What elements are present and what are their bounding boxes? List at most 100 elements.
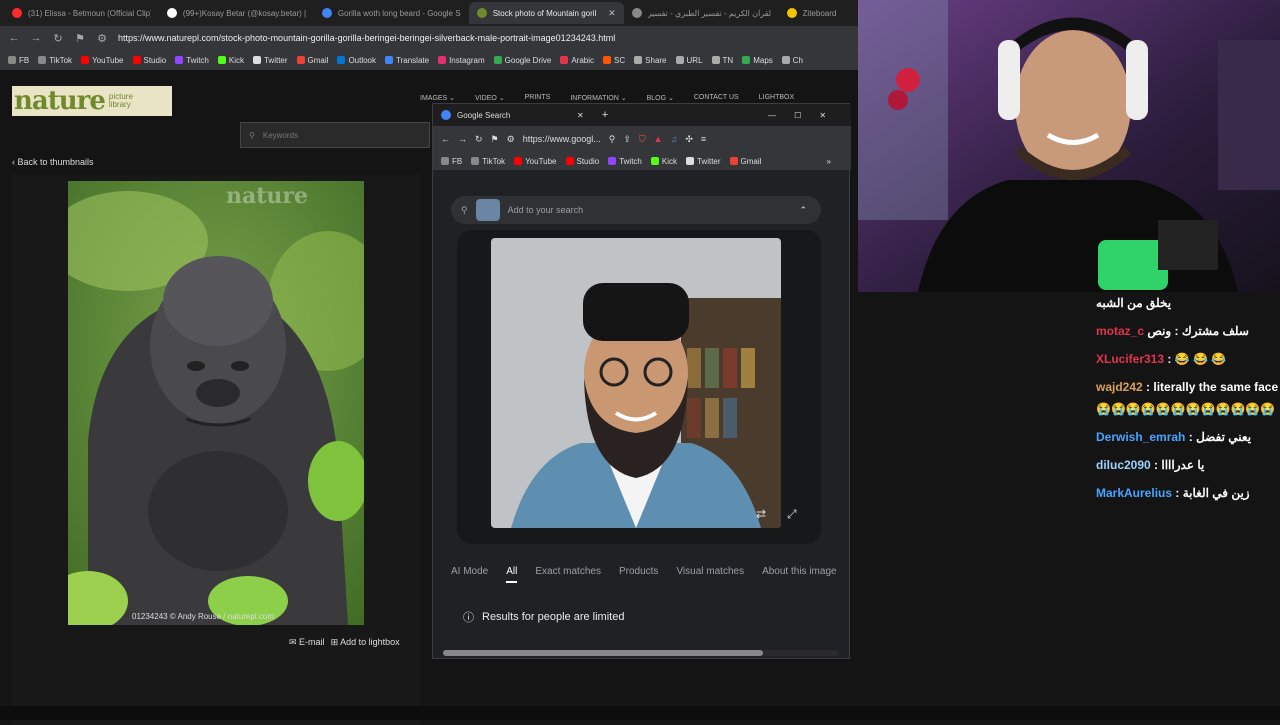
bookmark-label: Kick [661, 156, 677, 166]
scrollbar-thumb[interactable] [443, 650, 763, 656]
back-icon[interactable]: ← [8, 32, 20, 44]
site-nav-item[interactable]: CONTACT US [694, 94, 739, 102]
reload-icon[interactable]: ↻ [52, 32, 64, 45]
browser-tab[interactable]: Stock photo of Mountain gorilla ... ✕ [468, 2, 624, 24]
bookmark-icon[interactable]: ⚑ [74, 32, 86, 45]
bookmark-item[interactable]: Translate [385, 56, 429, 65]
chat-username[interactable]: Derwish_emrah [1096, 430, 1185, 444]
bookmark-item[interactable]: SC [603, 56, 625, 65]
menu-icon[interactable]: ≡ [701, 134, 706, 144]
lens-tab[interactable]: AI Mode [451, 566, 488, 583]
popup-reload-icon[interactable]: ↻ [475, 134, 483, 145]
bookmark-item[interactable]: Kick [650, 156, 677, 166]
bookmark-item[interactable]: TN [711, 56, 733, 65]
chat-username[interactable]: XLucifer313 [1096, 352, 1164, 366]
bookmark-item[interactable]: FB [8, 56, 29, 65]
bookmark-item[interactable]: Studio [132, 56, 166, 65]
site-nav-item[interactable]: VIDEO ⌄ [475, 94, 505, 102]
more-bookmarks-icon[interactable]: » [827, 157, 831, 166]
browser-tab[interactable]: (99+)Kosay Betar (@kosay.betar) | Ti... [159, 2, 314, 24]
site-logo[interactable]: nature picture library [12, 86, 172, 116]
site-search-input[interactable]: ⚲ Keywords [240, 122, 430, 148]
bookmark-item[interactable]: YouTube [81, 56, 124, 65]
bookmark-item[interactable]: Maps [742, 56, 773, 65]
lens-tab[interactable]: Visual matches [676, 566, 744, 583]
browser-tab[interactable]: Gorilla woth long beard - Google Se... [314, 2, 469, 24]
media-icon[interactable]: ♫ [671, 134, 678, 144]
chat-username[interactable]: wajd242 [1096, 380, 1143, 394]
search-icon: ⚲ [249, 130, 255, 140]
bookmark-item[interactable]: TikTok [471, 157, 505, 166]
expand-icon[interactable]: ⤢ [787, 507, 797, 522]
site-nav-item[interactable]: IMAGES ⌄ [420, 94, 455, 102]
chat-username[interactable]: motaz_c [1096, 324, 1144, 338]
bookmark-item[interactable]: YouTube [514, 157, 557, 166]
popup-forward-icon[interactable]: → [458, 134, 467, 144]
bookmark-item[interactable]: Twitter [252, 56, 288, 65]
site-nav-item[interactable]: PRINTS [525, 94, 551, 102]
browser-tab[interactable]: Ziteboard [779, 2, 859, 24]
bookmark-label: Outlook [348, 55, 377, 65]
minimize-icon[interactable]: — [768, 111, 776, 120]
rewards-icon[interactable]: ▲ [654, 134, 663, 144]
chat-username[interactable]: diluc2090 [1096, 458, 1151, 472]
lens-tab[interactable]: All [506, 566, 518, 583]
bookmark-item[interactable]: Twitch [175, 56, 209, 65]
share-icon[interactable]: ⇪ [623, 134, 631, 145]
collapse-icon[interactable]: ⌃ [799, 205, 807, 216]
bookmark-item[interactable]: Twitch [608, 157, 642, 166]
popup-site-info-icon[interactable]: ⚙ [507, 134, 515, 145]
bookmark-item[interactable]: Arabic [560, 56, 594, 65]
url-text[interactable]: https://www.naturepl.com/stock-photo-mou… [118, 33, 615, 43]
popup-url-text[interactable]: https://www.googl... [523, 134, 601, 144]
site-nav-item[interactable]: LIGHTBOX [759, 94, 794, 102]
tab-close-icon[interactable]: ✕ [608, 8, 616, 19]
results-notice-text: Results for people are limited [482, 611, 625, 623]
forward-icon[interactable]: → [30, 32, 42, 44]
site-nav-item[interactable]: BLOG ⌄ [647, 94, 674, 102]
bookmark-item[interactable]: Share [634, 56, 667, 65]
email-link[interactable]: ✉ E-mail [289, 637, 325, 648]
lens-tab[interactable]: Exact matches [535, 566, 601, 583]
back-to-thumbnails-link[interactable]: ‹ Back to thumbnails [12, 157, 94, 167]
popup-tab-close-icon[interactable]: ✕ [577, 111, 584, 120]
lens-uploaded-photo[interactable] [491, 238, 781, 528]
bookmark-item[interactable]: Kick [217, 56, 244, 65]
bookmark-item[interactable]: Gmail [296, 56, 328, 65]
horizontal-scrollbar[interactable] [443, 650, 839, 656]
bookmark-item[interactable]: Google Drive [493, 56, 551, 65]
lens-tab[interactable]: About this image [762, 566, 837, 583]
close-window-icon[interactable]: ✕ [819, 111, 826, 120]
tab-label: (31) Elissa - Betmoun (Official Clip) / … [28, 8, 151, 18]
bookmark-item[interactable]: URL [675, 56, 703, 65]
new-tab-icon[interactable]: + [602, 109, 608, 121]
brave-shield-icon[interactable]: ⛉ [639, 134, 646, 145]
chat-username[interactable]: MarkAurelius [1096, 486, 1172, 500]
photo-actions: ✉ E-mail ⊞ Add to lightbox [289, 637, 400, 648]
zoom-icon[interactable]: ⚲ [609, 134, 616, 145]
bookmark-item[interactable]: TikTok [38, 56, 72, 65]
bookmark-item[interactable]: Gmail [729, 157, 761, 166]
bookmark-item[interactable]: Instagram [438, 56, 485, 65]
bookmark-item[interactable]: Ch [781, 56, 803, 65]
browser-tab[interactable]: القرآن الكريم - تفسير الطبري - تفسير ... [624, 2, 779, 24]
lens-search-input[interactable]: ⚲ Add to your search ⌃ [451, 196, 821, 224]
lens-thumbnail[interactable] [475, 199, 500, 221]
maximize-icon[interactable]: ☐ [794, 111, 801, 120]
bookmark-item[interactable]: Outlook [337, 56, 376, 65]
translate-icon[interactable]: ⇄ [756, 507, 766, 521]
bookmark-icon [81, 56, 90, 64]
popup-back-icon[interactable]: ← [441, 134, 450, 144]
lens-tab[interactable]: Products [619, 566, 658, 583]
bookmark-item[interactable]: Twitter [685, 157, 721, 166]
browser-tab[interactable]: (31) Elissa - Betmoun (Official Clip) / … [4, 2, 159, 24]
chat-message: يخلق من الشبه [1096, 292, 1280, 314]
extensions-icon[interactable]: ✣ [685, 134, 693, 145]
add-to-lightbox-link[interactable]: ⊞ Add to lightbox [331, 637, 400, 648]
site-info-icon[interactable]: ⚙ [96, 32, 108, 45]
bookmark-icon [685, 157, 694, 165]
bookmark-item[interactable]: Studio [565, 157, 599, 166]
popup-bookmark-icon[interactable]: ⚑ [491, 134, 499, 145]
bookmark-item[interactable]: FB [441, 157, 462, 166]
site-nav-item[interactable]: INFORMATION ⌄ [570, 94, 626, 102]
